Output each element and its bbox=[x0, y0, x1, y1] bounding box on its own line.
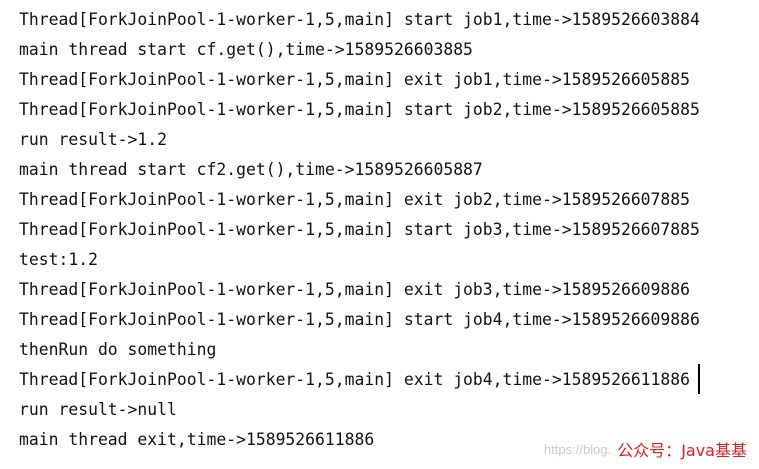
console-line: Thread[ForkJoinPool-1-worker-1,5,main] e… bbox=[19, 70, 691, 89]
console-line: Thread[ForkJoinPool-1-worker-1,5,main] e… bbox=[19, 190, 691, 209]
console-line: thenRun do something bbox=[19, 340, 217, 359]
console-line: Thread[ForkJoinPool-1-worker-1,5,main] s… bbox=[19, 100, 700, 119]
console-line: test:1.2 bbox=[19, 250, 98, 269]
console-lines: Thread[ForkJoinPool-1-worker-1,5,main] s… bbox=[19, 5, 700, 455]
watermark: https://blog. 公众号：Java基基 bbox=[544, 437, 747, 461]
console-line: Thread[ForkJoinPool-1-worker-1,5,main] s… bbox=[19, 310, 700, 329]
console-line: main thread start cf.get(),time->1589526… bbox=[19, 40, 473, 59]
console-line: main thread start cf2.get(),time->158952… bbox=[19, 160, 483, 179]
console-line: Thread[ForkJoinPool-1-worker-1,5,main] s… bbox=[19, 10, 700, 29]
watermark-url: https://blog. bbox=[543, 441, 612, 457]
console-output[interactable]: Thread[ForkJoinPool-1-worker-1,5,main] s… bbox=[0, 0, 759, 469]
console-line: Thread[ForkJoinPool-1-worker-1,5,main] e… bbox=[19, 280, 691, 299]
console-line: run result->1.2 bbox=[19, 130, 168, 149]
console-line: Thread[ForkJoinPool-1-worker-1,5,main] e… bbox=[19, 370, 691, 389]
console-line: Thread[ForkJoinPool-1-worker-1,5,main] s… bbox=[19, 220, 700, 239]
text-cursor bbox=[698, 364, 700, 394]
console-line: run result->null bbox=[19, 400, 177, 419]
watermark-brand: 公众号：Java基基 bbox=[617, 441, 747, 460]
